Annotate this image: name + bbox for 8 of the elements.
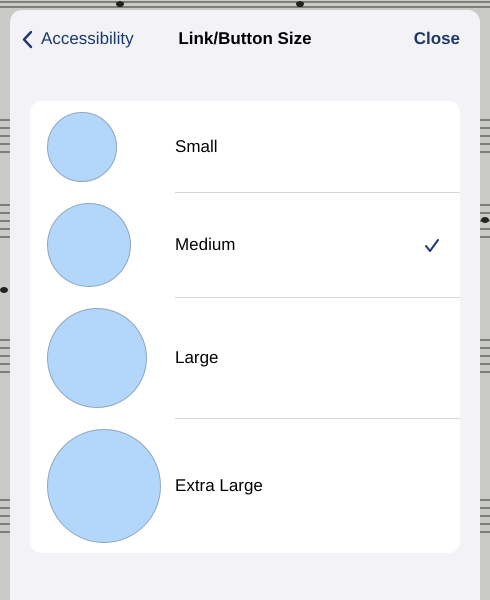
back-button[interactable]: Accessibility (22, 26, 134, 52)
screen-title: Link/Button Size (178, 28, 312, 50)
option-label: Medium (175, 234, 236, 256)
option-label: Extra Large (175, 475, 263, 498)
close-button[interactable]: Close (414, 26, 468, 52)
chevron-left-icon (22, 30, 33, 48)
option-label: Large (175, 347, 218, 370)
option-label: Small (175, 136, 218, 158)
